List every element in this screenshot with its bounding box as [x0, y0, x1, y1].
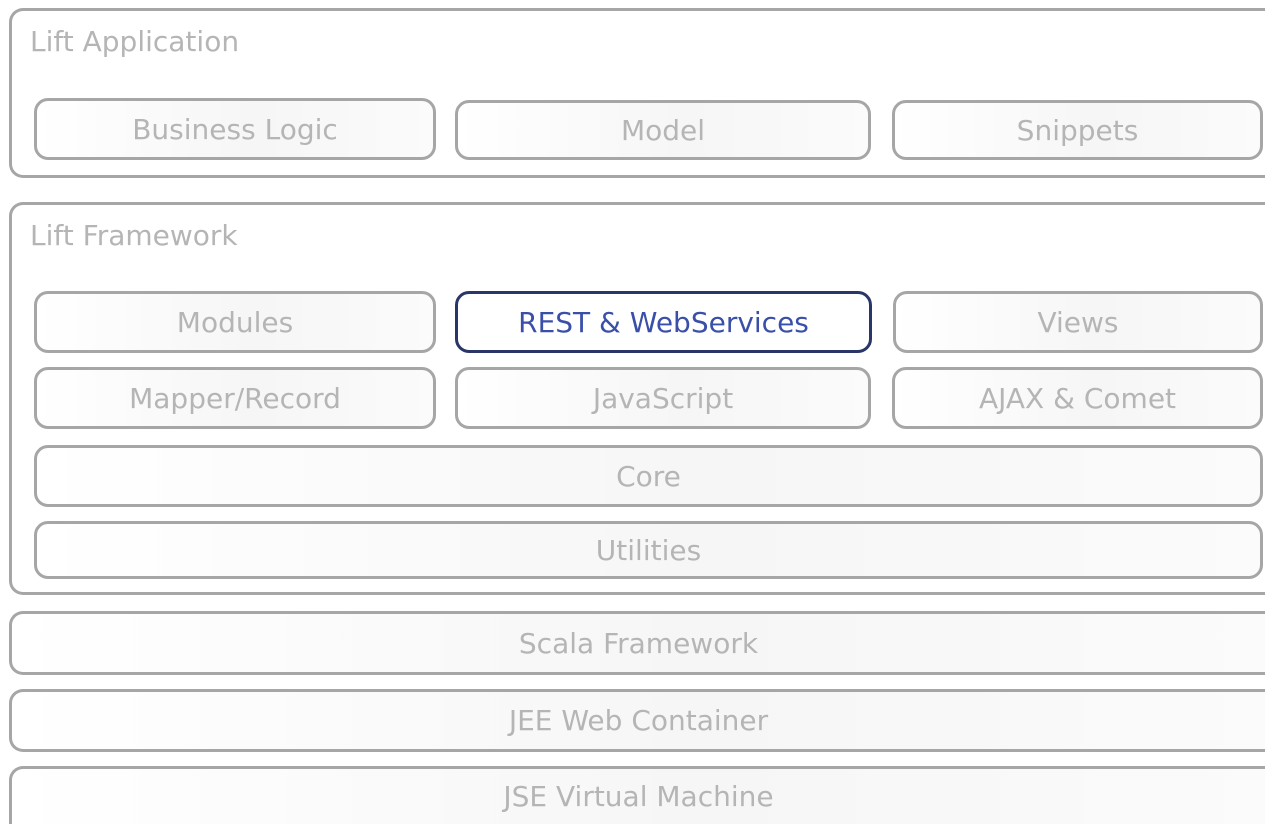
jee-web-container-layer: JEE Web Container — [9, 689, 1265, 752]
scala-framework-layer: Scala Framework — [9, 611, 1265, 675]
lift-application-container: Lift Application Business Logic Model Sn… — [9, 8, 1265, 178]
core-box: Core — [34, 445, 1263, 507]
modules-box: Modules — [34, 291, 436, 353]
rest-webservices-box: REST & WebServices — [455, 291, 872, 353]
snippets-box: Snippets — [892, 100, 1263, 160]
mapper-record-box: Mapper/Record — [34, 367, 436, 429]
ajax-comet-box: AJAX & Comet — [892, 367, 1263, 429]
lift-application-title: Lift Application — [30, 25, 240, 58]
lift-framework-title: Lift Framework — [30, 219, 238, 252]
jse-virtual-machine-layer: JSE Virtual Machine — [9, 766, 1265, 824]
business-logic-box: Business Logic — [34, 98, 436, 160]
lift-framework-container: Lift Framework Modules REST & WebService… — [9, 202, 1265, 595]
javascript-box: JavaScript — [455, 367, 871, 429]
utilities-box: Utilities — [34, 521, 1263, 579]
model-box: Model — [455, 100, 871, 160]
views-box: Views — [893, 291, 1263, 353]
